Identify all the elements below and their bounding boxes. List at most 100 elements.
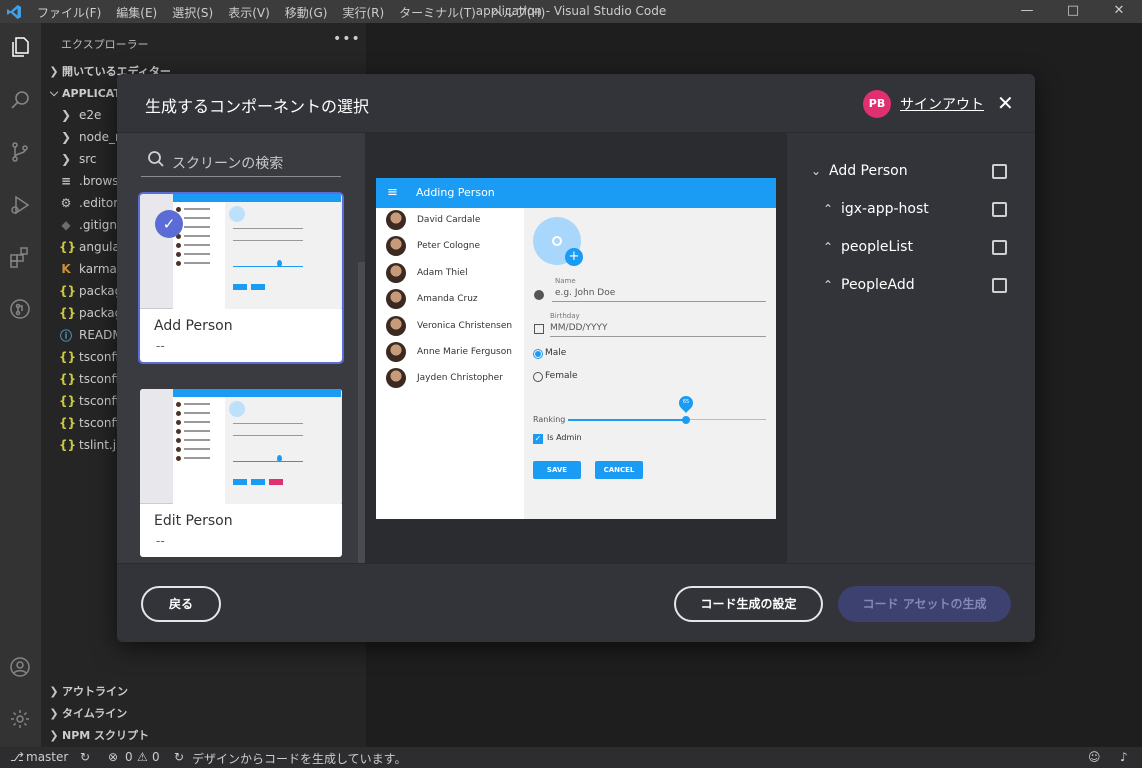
chevron-up-icon: ⌃	[823, 240, 834, 254]
screens-list-pane: スクリーンの検索 ✓ Add Person -- Edit Person --	[117, 133, 365, 563]
avatar	[386, 315, 406, 336]
chevron-right-icon: ❯	[49, 728, 59, 742]
json-icon: {}	[59, 284, 77, 298]
preview-person-item: Amanda Cruz	[386, 289, 478, 310]
male-label: Male	[545, 348, 567, 358]
screen-card-edit-person[interactable]: Edit Person --	[140, 389, 342, 557]
scrollbar[interactable]	[358, 262, 365, 563]
branch-name[interactable]: master	[26, 750, 68, 764]
json-icon: {}	[59, 394, 77, 408]
chevron-down-icon: ⌄	[811, 164, 822, 178]
screen-card-add-person[interactable]: ✓ Add Person --	[138, 192, 344, 364]
name-label: Name	[555, 277, 576, 285]
sync-icon[interactable]: ↻	[80, 750, 90, 764]
avatar	[386, 236, 406, 257]
list-icon: ≡	[60, 174, 72, 188]
menu-bar: ファイル(F) 編集(E) 選択(S) 表示(V) 移動(G) 実行(R) ター…	[37, 4, 560, 21]
generate-code-assets-button[interactable]: コード アセットの生成	[838, 586, 1011, 622]
file-item[interactable]: ❯ src	[59, 148, 97, 170]
preview-person-item: Adam Thiel	[386, 262, 468, 283]
menu-selection[interactable]: 選択(S)	[172, 4, 213, 21]
person-name: Anne Marie Ferguson	[417, 347, 512, 357]
ranking-label: Ranking	[533, 415, 566, 424]
file-name: e2e	[79, 108, 102, 122]
warning-icon[interactable]: ⚠	[137, 750, 148, 764]
back-button[interactable]: 戻る	[141, 586, 221, 622]
extensions-icon[interactable]	[4, 241, 36, 273]
menu-icon: ≡	[387, 185, 398, 200]
component-select-dialog: 生成するコンポーネントの選択 PB サインアウト ✕ スクリーンの検索 ✓ Ad…	[117, 74, 1035, 642]
menu-file[interactable]: ファイル(F)	[37, 4, 101, 21]
screen-preview: ≡ Adding Person David Cardale Peter Colog…	[376, 178, 776, 519]
female-label: Female	[545, 371, 578, 381]
git-icon: ◆	[61, 218, 71, 232]
card-title: Edit Person	[154, 513, 233, 529]
person-name: Adam Thiel	[417, 267, 468, 278]
menu-view[interactable]: 表示(V)	[228, 4, 270, 21]
error-icon[interactable]: ⊗	[108, 750, 118, 764]
more-actions-icon[interactable]: •••	[333, 31, 361, 47]
tree-item-peoplelist[interactable]: ⌃ peopleList	[823, 235, 913, 259]
preview-pane: ≡ Adding Person David Cardale Peter Colog…	[365, 133, 786, 563]
add-photo-icon: +	[565, 248, 583, 266]
person-name: David Cardale	[417, 215, 481, 225]
progress-icon: ↻	[174, 750, 185, 764]
menu-edit[interactable]: 編集(E)	[116, 4, 157, 21]
gitlens-icon[interactable]	[4, 293, 36, 325]
checkbox-peopleadd[interactable]	[992, 278, 1007, 293]
screen-thumbnail	[140, 389, 342, 504]
chevron-up-icon: ⌃	[823, 278, 834, 292]
menu-help[interactable]: ヘルプ(H)	[491, 4, 545, 21]
preview-navbar: ≡ Adding Person	[376, 178, 776, 208]
run-debug-icon[interactable]	[4, 189, 36, 221]
check-icon: ✓	[155, 210, 183, 238]
calendar-icon	[534, 324, 544, 334]
screen-search-input[interactable]: スクリーンの検索	[141, 147, 341, 177]
menu-go[interactable]: 移動(G)	[285, 4, 328, 21]
outline-section[interactable]: ❯ アウトライン	[46, 680, 128, 702]
preview-person-item: Jayden Christopher	[386, 368, 503, 389]
chevron-right-icon: ❯	[49, 684, 59, 698]
chevron-right-icon: ❯	[60, 108, 72, 122]
checkbox-peoplelist[interactable]	[992, 240, 1007, 255]
warning-count: 0	[152, 750, 160, 764]
birthday-label: Birthday	[550, 312, 580, 320]
source-control-icon[interactable]	[4, 136, 36, 168]
birthday-placeholder: MM/DD/YYYY	[550, 323, 608, 333]
chevron-right-icon: ❯	[60, 130, 72, 144]
menu-run[interactable]: 実行(R)	[342, 4, 384, 21]
preview-person-item: Anne Marie Ferguson	[386, 342, 512, 362]
minimize-icon[interactable]: —	[1004, 0, 1050, 23]
avatar	[386, 262, 406, 283]
tree-item-peopleadd[interactable]: ⌃ PeopleAdd	[823, 273, 915, 297]
preview-cancel-button: CANCEL	[595, 461, 643, 479]
settings-gear-icon[interactable]	[4, 703, 36, 735]
name-placeholder: e.g. John Doe	[555, 288, 616, 298]
codegen-settings-button[interactable]: コード生成の設定	[674, 586, 823, 622]
tree-item-igx-app-host[interactable]: ⌃ igx-app-host	[823, 197, 929, 221]
checkbox-add-person[interactable]	[992, 164, 1007, 179]
dialog-title: 生成するコンポーネントの選択	[145, 97, 370, 116]
search-icon[interactable]	[4, 84, 36, 116]
feedback-icon[interactable]: ☺	[1088, 750, 1101, 764]
file-item[interactable]: ❯ e2e	[59, 104, 101, 126]
notifications-icon[interactable]: ♪	[1120, 750, 1128, 764]
timeline-section[interactable]: ❯ タイムライン	[46, 702, 127, 724]
close-icon[interactable]: ✕	[997, 91, 1014, 115]
menu-terminal[interactable]: ターミナル(T)	[399, 4, 476, 21]
close-window-icon[interactable]: ✕	[1096, 0, 1142, 23]
error-count: 0	[125, 750, 133, 764]
person-name: Jayden Christopher	[417, 373, 503, 384]
maximize-icon[interactable]: □	[1050, 0, 1096, 23]
checkbox-checked-icon: ✓	[533, 434, 543, 444]
explorer-icon[interactable]	[4, 31, 36, 63]
chevron-up-icon: ⌃	[823, 202, 834, 216]
signout-link[interactable]: サインアウト	[900, 94, 984, 114]
tree-item-add-person[interactable]: ⌄ Add Person	[811, 159, 908, 183]
checkbox-igx-app-host[interactable]	[992, 202, 1007, 217]
person-form: + Name e.g. John Doe Birthday MM/DD/YYYY…	[524, 208, 776, 519]
npm-scripts-section[interactable]: ❯ NPM スクリプト	[46, 724, 149, 746]
branch-icon[interactable]: ⎇	[10, 750, 24, 764]
account-icon[interactable]	[4, 651, 36, 683]
json-icon: {}	[59, 350, 77, 364]
